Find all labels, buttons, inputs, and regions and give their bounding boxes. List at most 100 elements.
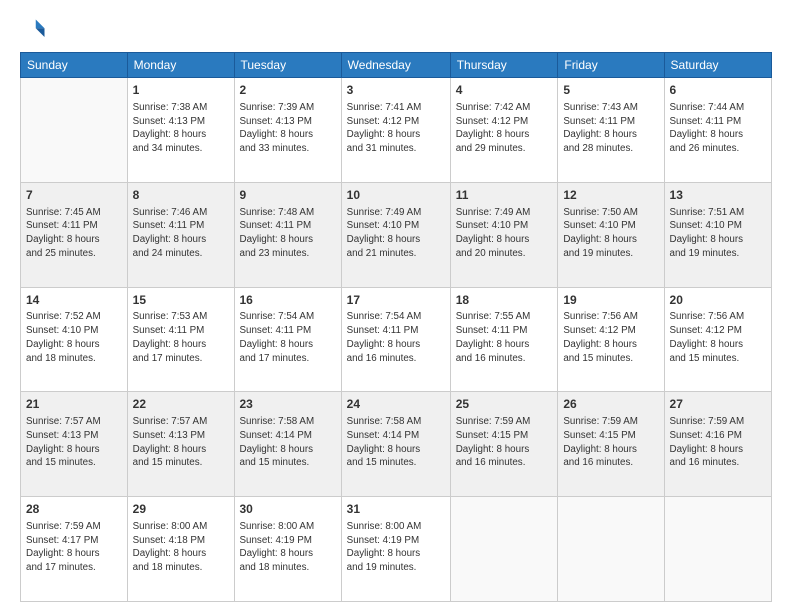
calendar-cell: 15Sunrise: 7:53 AM Sunset: 4:11 PM Dayli… [127,287,234,392]
calendar-cell: 27Sunrise: 7:59 AM Sunset: 4:16 PM Dayli… [664,392,771,497]
calendar-cell: 13 Sunrise: 7:51 AM Sunset: 4:10 PM Dayli… [664,182,771,287]
calendar-cell: 25 Sunrise: 7:59 AM Sunset: 4:15 PM Dayli… [450,392,558,497]
calendar-cell: 20Sunrise: 7:56 AM Sunset: 4:12 PM Dayli… [664,287,771,392]
day-info: Sunrise: 7:58 AM Sunset: 4:14 PM Dayligh… [347,415,445,470]
day-number: 16 [240,292,336,309]
calendar-cell: 4 Sunrise: 7:42 AM Sunset: 4:12 PM Daylig… [450,78,558,183]
day-info: Sunrise: 7:44 AM Sunset: 4:11 PM Dayligh… [670,101,766,156]
day-number: 25 [456,396,553,413]
day-info: Sunrise: 7:39 AM Sunset: 4:13 PM Dayligh… [240,101,336,156]
calendar-cell: 1 Sunrise: 7:38 AM Sunset: 4:13 PM Daylig… [127,78,234,183]
calendar-cell: 29Sunrise: 8:00 AM Sunset: 4:18 PM Dayli… [127,497,234,602]
day-info: Sunrise: 8:00 AM Sunset: 4:18 PM Dayligh… [133,520,229,575]
calendar-cell: 7 Sunrise: 7:45 AM Sunset: 4:11 PM Daylig… [21,182,128,287]
weekday-wednesday: Wednesday [341,53,450,78]
day-info: Sunrise: 7:38 AM Sunset: 4:13 PM Dayligh… [133,101,229,156]
day-info: Sunrise: 7:58 AM Sunset: 4:14 PM Dayligh… [240,415,336,470]
day-info: Sunrise: 7:48 AM Sunset: 4:11 PM Dayligh… [240,206,336,261]
day-info: Sunrise: 7:52 AM Sunset: 4:10 PM Dayligh… [26,310,122,365]
calendar-cell: 24 Sunrise: 7:58 AM Sunset: 4:14 PM Dayli… [341,392,450,497]
day-number: 3 [347,82,445,99]
calendar-cell: 30 Sunrise: 8:00 AM Sunset: 4:19 PM Dayli… [234,497,341,602]
calendar-cell: 11 Sunrise: 7:49 AM Sunset: 4:10 PM Dayli… [450,182,558,287]
day-number: 22 [133,396,229,413]
calendar-row-0: 1 Sunrise: 7:38 AM Sunset: 4:13 PM Daylig… [21,78,772,183]
logo-icon [20,16,48,44]
calendar-row-3: 21 Sunrise: 7:57 AM Sunset: 4:13 PM Dayli… [21,392,772,497]
day-number: 9 [240,187,336,204]
day-info: Sunrise: 7:56 AM Sunset: 4:12 PM Dayligh… [670,310,766,365]
calendar-cell: 18Sunrise: 7:55 AM Sunset: 4:11 PM Dayli… [450,287,558,392]
calendar-cell: 28Sunrise: 7:59 AM Sunset: 4:17 PM Dayli… [21,497,128,602]
day-number: 20 [670,292,766,309]
day-number: 11 [456,187,553,204]
calendar-cell: 14Sunrise: 7:52 AM Sunset: 4:10 PM Dayli… [21,287,128,392]
day-info: Sunrise: 7:59 AM Sunset: 4:15 PM Dayligh… [456,415,553,470]
calendar-cell: 6 Sunrise: 7:44 AM Sunset: 4:11 PM Daylig… [664,78,771,183]
day-number: 8 [133,187,229,204]
day-info: Sunrise: 7:59 AM Sunset: 4:17 PM Dayligh… [26,520,122,575]
calendar-cell [450,497,558,602]
day-info: Sunrise: 7:50 AM Sunset: 4:10 PM Dayligh… [563,206,658,261]
day-number: 19 [563,292,658,309]
calendar-cell: 9 Sunrise: 7:48 AM Sunset: 4:11 PM Daylig… [234,182,341,287]
day-number: 7 [26,187,122,204]
day-number: 4 [456,82,553,99]
day-info: Sunrise: 7:42 AM Sunset: 4:12 PM Dayligh… [456,101,553,156]
calendar-row-4: 28Sunrise: 7:59 AM Sunset: 4:17 PM Dayli… [21,497,772,602]
day-number: 30 [240,501,336,518]
day-info: Sunrise: 7:41 AM Sunset: 4:12 PM Dayligh… [347,101,445,156]
calendar-cell [21,78,128,183]
calendar-cell: 2 Sunrise: 7:39 AM Sunset: 4:13 PM Daylig… [234,78,341,183]
calendar-cell: 21 Sunrise: 7:57 AM Sunset: 4:13 PM Dayli… [21,392,128,497]
day-number: 23 [240,396,336,413]
day-info: Sunrise: 7:57 AM Sunset: 4:13 PM Dayligh… [26,415,122,470]
weekday-thursday: Thursday [450,53,558,78]
calendar-cell: 19Sunrise: 7:56 AM Sunset: 4:12 PM Dayli… [558,287,664,392]
day-number: 31 [347,501,445,518]
day-number: 6 [670,82,766,99]
day-info: Sunrise: 7:45 AM Sunset: 4:11 PM Dayligh… [26,206,122,261]
day-number: 17 [347,292,445,309]
day-info: Sunrise: 7:54 AM Sunset: 4:11 PM Dayligh… [240,310,336,365]
logo [20,16,52,44]
calendar-row-2: 14Sunrise: 7:52 AM Sunset: 4:10 PM Dayli… [21,287,772,392]
day-info: Sunrise: 8:00 AM Sunset: 4:19 PM Dayligh… [347,520,445,575]
calendar-table: SundayMondayTuesdayWednesdayThursdayFrid… [20,52,772,602]
day-info: Sunrise: 7:57 AM Sunset: 4:13 PM Dayligh… [133,415,229,470]
day-info: Sunrise: 7:51 AM Sunset: 4:10 PM Dayligh… [670,206,766,261]
day-info: Sunrise: 7:49 AM Sunset: 4:10 PM Dayligh… [347,206,445,261]
day-number: 14 [26,292,122,309]
day-info: Sunrise: 7:55 AM Sunset: 4:11 PM Dayligh… [456,310,553,365]
calendar-cell: 5 Sunrise: 7:43 AM Sunset: 4:11 PM Daylig… [558,78,664,183]
day-info: Sunrise: 7:49 AM Sunset: 4:10 PM Dayligh… [456,206,553,261]
day-number: 21 [26,396,122,413]
day-info: Sunrise: 7:46 AM Sunset: 4:11 PM Dayligh… [133,206,229,261]
day-number: 13 [670,187,766,204]
day-info: Sunrise: 7:59 AM Sunset: 4:15 PM Dayligh… [563,415,658,470]
calendar-cell: 23 Sunrise: 7:58 AM Sunset: 4:14 PM Dayli… [234,392,341,497]
header [20,16,772,44]
weekday-tuesday: Tuesday [234,53,341,78]
day-info: Sunrise: 8:00 AM Sunset: 4:19 PM Dayligh… [240,520,336,575]
day-number: 1 [133,82,229,99]
weekday-sunday: Sunday [21,53,128,78]
calendar-cell: 17Sunrise: 7:54 AM Sunset: 4:11 PM Dayli… [341,287,450,392]
calendar-cell [664,497,771,602]
calendar-cell: 31 Sunrise: 8:00 AM Sunset: 4:19 PM Dayli… [341,497,450,602]
calendar-cell: 8 Sunrise: 7:46 AM Sunset: 4:11 PM Daylig… [127,182,234,287]
day-info: Sunrise: 7:54 AM Sunset: 4:11 PM Dayligh… [347,310,445,365]
day-number: 5 [563,82,658,99]
weekday-header-row: SundayMondayTuesdayWednesdayThursdayFrid… [21,53,772,78]
calendar-cell [558,497,664,602]
day-number: 24 [347,396,445,413]
calendar-cell: 10 Sunrise: 7:49 AM Sunset: 4:10 PM Dayli… [341,182,450,287]
day-info: Sunrise: 7:53 AM Sunset: 4:11 PM Dayligh… [133,310,229,365]
day-number: 27 [670,396,766,413]
weekday-saturday: Saturday [664,53,771,78]
weekday-monday: Monday [127,53,234,78]
day-info: Sunrise: 7:43 AM Sunset: 4:11 PM Dayligh… [563,101,658,156]
day-number: 2 [240,82,336,99]
day-number: 10 [347,187,445,204]
calendar-cell: 12Sunrise: 7:50 AM Sunset: 4:10 PM Dayli… [558,182,664,287]
